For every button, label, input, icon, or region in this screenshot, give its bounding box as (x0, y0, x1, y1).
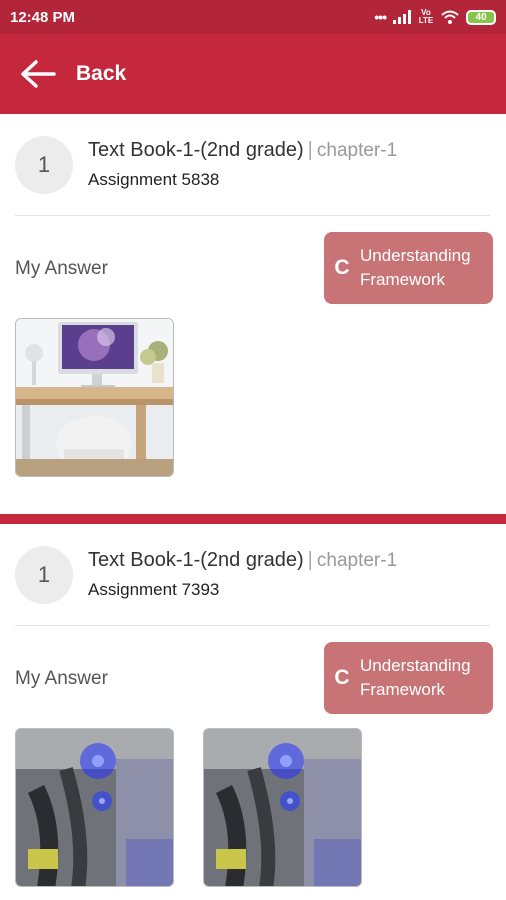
card-separator (0, 514, 506, 524)
my-answer-label: My Answer (15, 668, 108, 689)
grade-text-line1: Understanding (360, 246, 471, 265)
grade-text: Understanding Framework (360, 654, 471, 702)
answer-row: My Answer C Understanding Framework (0, 216, 506, 306)
card-header: 1 Text Book-1-(2nd grade) | chapter-1 Assi… (0, 114, 506, 216)
answer-row: My Answer C Understanding Framework (0, 626, 506, 716)
grade-badge[interactable]: C Understanding Framework (324, 642, 493, 714)
title-line: Text Book-1-(2nd grade) | chapter-1 (88, 549, 397, 572)
answer-images (0, 306, 506, 477)
title-line: Text Book-1-(2nd grade) | chapter-1 (88, 139, 397, 162)
assignment-label: Assignment 7393 (88, 580, 220, 599)
grade-badge[interactable]: C Understanding Framework (324, 232, 493, 304)
grade-letter: C (334, 256, 350, 279)
book-title: Text Book-1-(2nd grade) (88, 139, 304, 161)
assignment-card: 1 Text Book-1-(2nd grade) | chapter-1 Assi… (0, 114, 506, 514)
wifi-icon (441, 10, 459, 24)
chapter-label: chapter-1 (316, 140, 398, 161)
back-button[interactable]: Back (76, 62, 126, 86)
grade-text-line2: Framework (360, 270, 446, 289)
desk-computer-photo[interactable] (15, 318, 174, 477)
grade-text: Understanding Framework (360, 244, 471, 292)
number-circle: 1 (15, 546, 73, 604)
chapter-label: chapter-1 (316, 550, 398, 571)
number-circle: 1 (15, 136, 73, 194)
status-bar: 12:48 PM ••• Vo LTE 40 (0, 0, 506, 34)
grade-letter: C (334, 666, 350, 689)
blue-led-cable-photo[interactable] (203, 728, 362, 887)
signal-icon (393, 10, 411, 24)
status-time: 12:48 PM (10, 8, 76, 26)
grade-text-line1: Understanding (360, 656, 471, 675)
card-header: 1 Text Book-1-(2nd grade) | chapter-1 Assi… (0, 524, 506, 626)
battery-icon: 40 (466, 9, 496, 25)
app-bar: Back (0, 34, 506, 114)
title-separator: | (307, 549, 313, 571)
grade-text-line2: Framework (360, 680, 446, 699)
blue-led-cable-photo[interactable] (15, 728, 174, 887)
dots-icon: ••• (374, 9, 387, 25)
volte-icon: Vo LTE (418, 8, 434, 25)
book-title: Text Book-1-(2nd grade) (88, 549, 304, 571)
my-answer-label: My Answer (15, 258, 108, 279)
assignment-label: Assignment 5838 (88, 170, 220, 189)
title-separator: | (307, 139, 313, 161)
answer-images (0, 716, 506, 887)
assignment-card: 1 Text Book-1-(2nd grade) | chapter-1 Assi… (0, 524, 506, 900)
arrow-left-icon[interactable] (20, 54, 60, 94)
